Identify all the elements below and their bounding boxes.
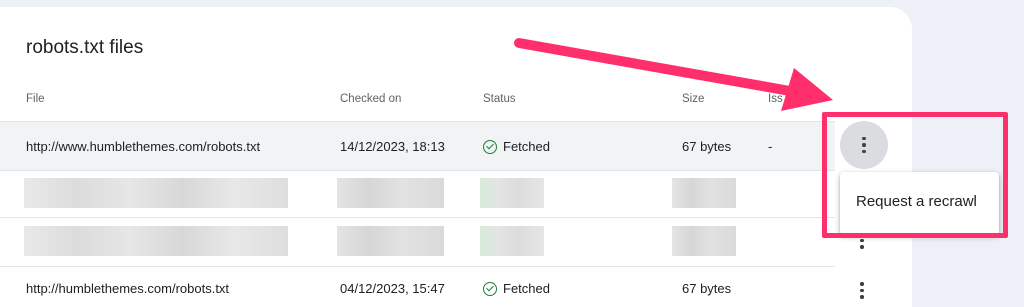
annotation-arrow xyxy=(514,38,833,111)
